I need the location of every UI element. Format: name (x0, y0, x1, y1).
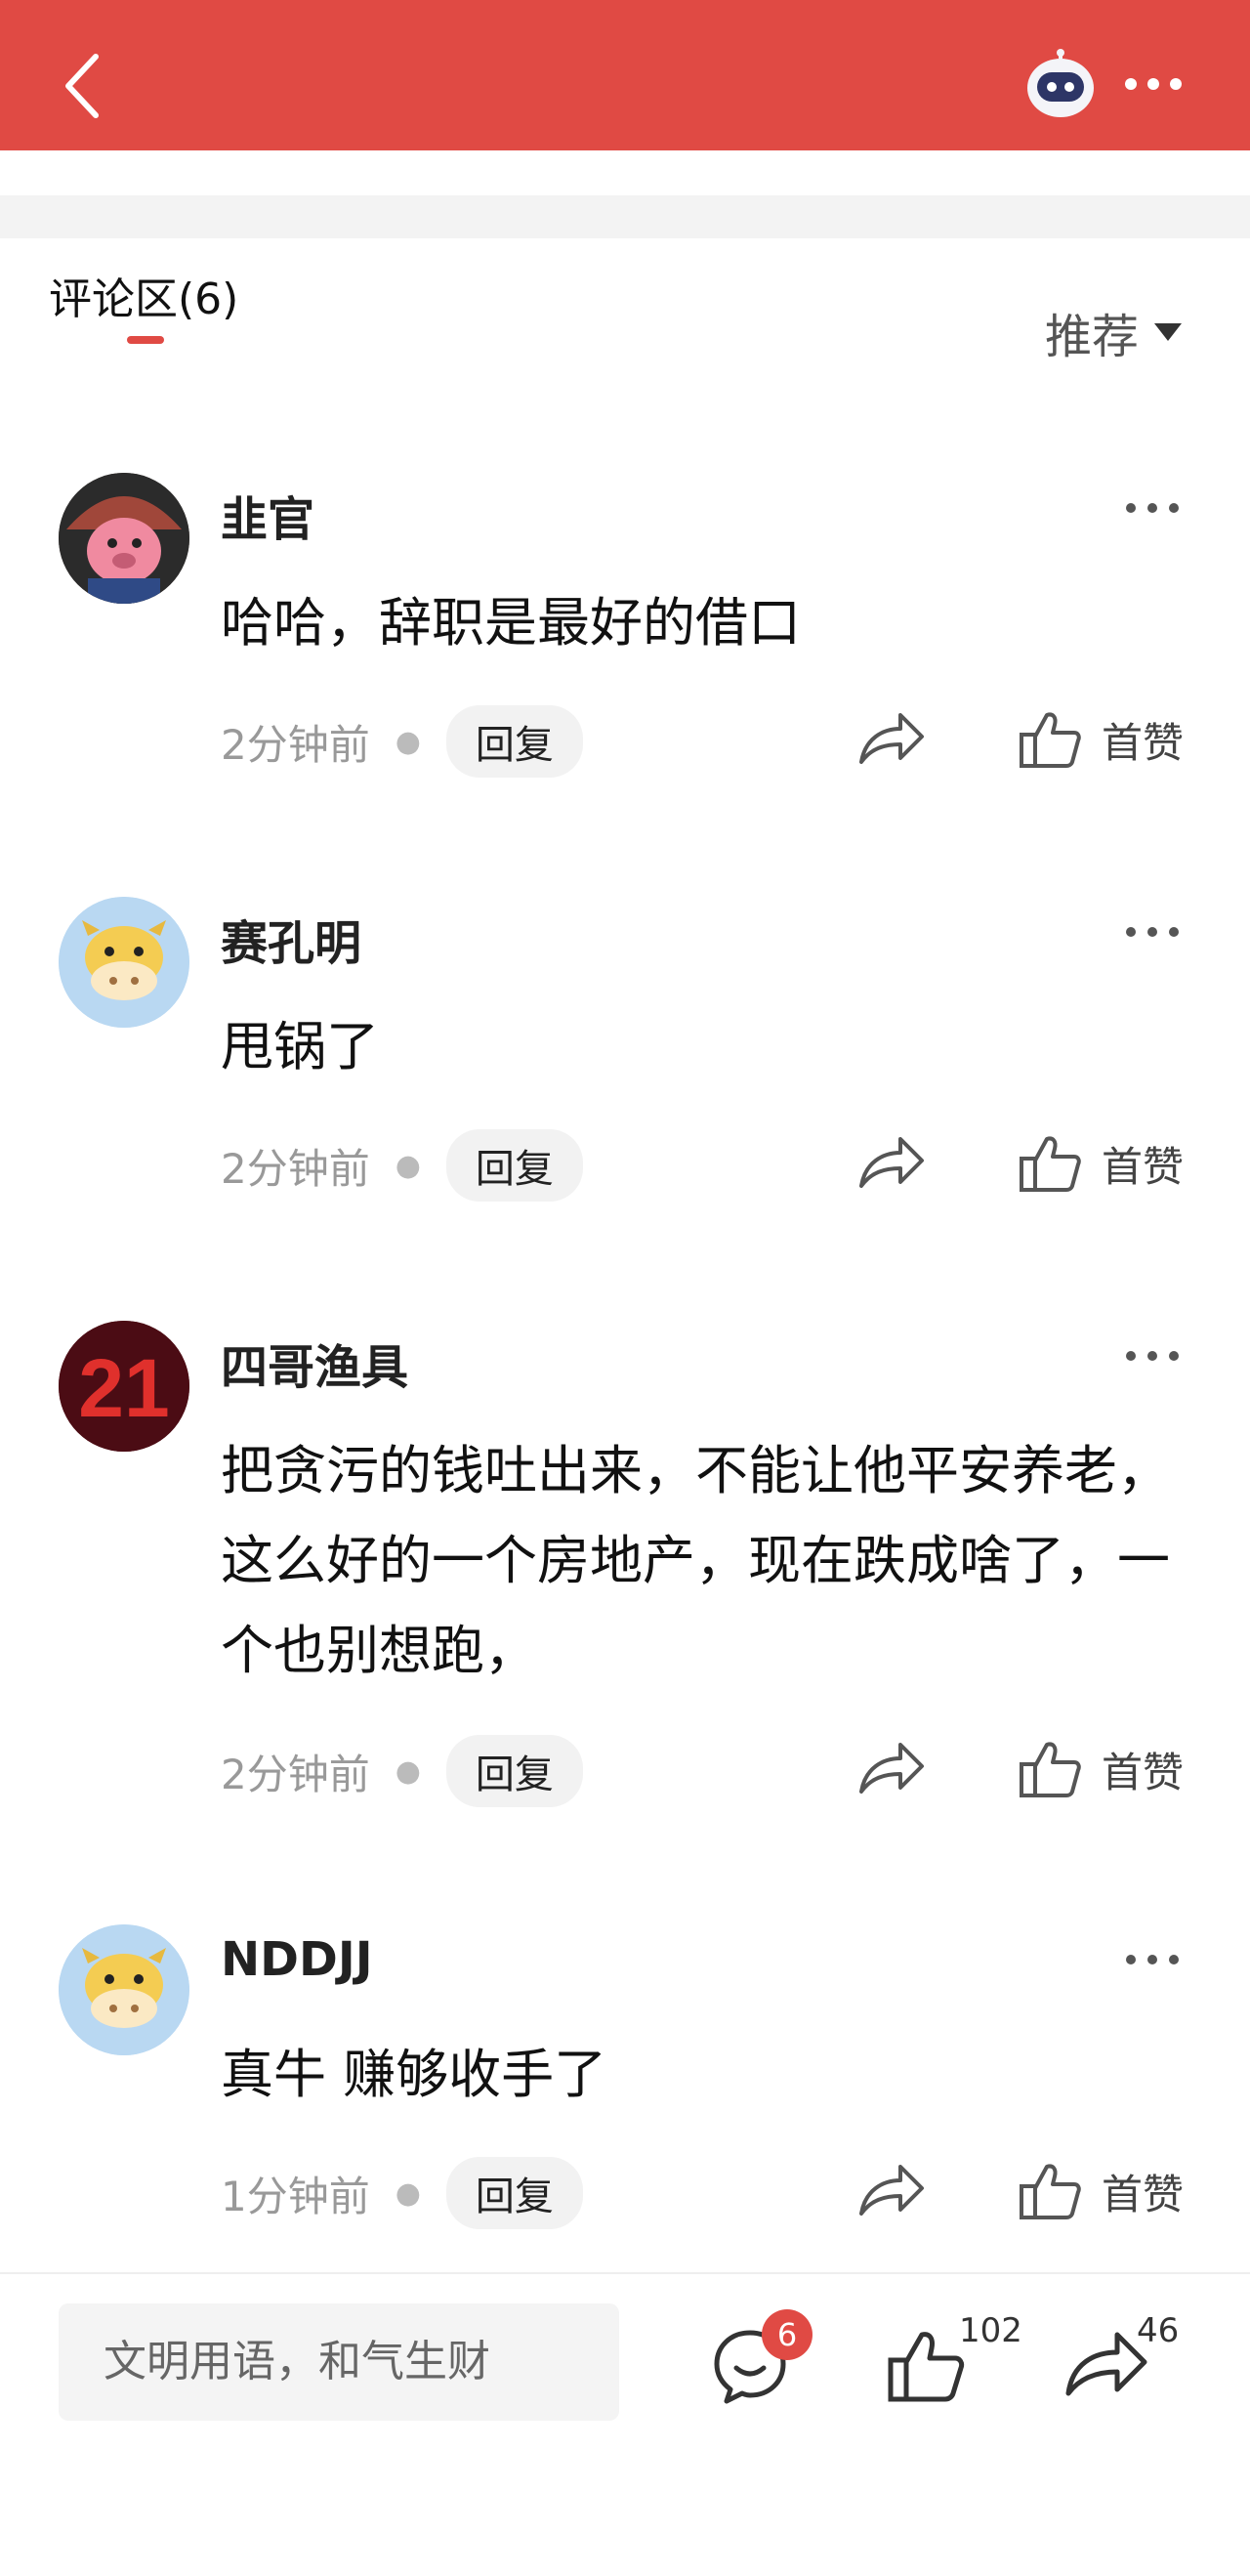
sort-dropdown[interactable]: 推荐 (1045, 298, 1183, 366)
comment-input[interactable]: 文明用语，和气生财 (59, 2303, 619, 2421)
more-icon[interactable] (1123, 498, 1182, 518)
thumbs-up-icon (1020, 2164, 1081, 2219)
divider (0, 2272, 1250, 2274)
top-bar (0, 0, 1250, 150)
share-icon[interactable] (855, 2161, 926, 2219)
like-label: 首赞 (1102, 1748, 1185, 1796)
username[interactable]: NDDJJ (221, 1932, 373, 1987)
reply-button[interactable]: 回复 (445, 2157, 583, 2229)
timestamp: 1分钟前 (221, 2172, 370, 2220)
back-icon[interactable] (57, 47, 115, 125)
thumbs-up-icon (1020, 712, 1081, 768)
timestamp: 2分钟前 (221, 720, 370, 769)
comment-text: 哈哈，辞职是最好的借口 (221, 592, 801, 654)
comment-meta: 2分钟前 ● 回复 (221, 1129, 583, 1202)
thumbs-up-icon (1020, 1742, 1081, 1797)
timestamp: 2分钟前 (221, 1750, 370, 1798)
like-button[interactable]: 首赞 (1018, 2161, 1184, 2221)
page-title (469, 59, 781, 113)
username[interactable]: 韭官 (221, 481, 314, 549)
avatar[interactable]: 21 (59, 1321, 189, 1452)
svg-text:21: 21 (78, 1342, 169, 1434)
like-label: 首赞 (1102, 1142, 1185, 1191)
comment-meta: 2分钟前 ● 回复 (221, 1735, 583, 1807)
reply-button[interactable]: 回复 (445, 1735, 583, 1807)
reply-button[interactable]: 回复 (445, 705, 583, 778)
share-icon[interactable] (855, 1133, 926, 1192)
robot-assistant-icon[interactable] (1023, 49, 1098, 123)
avatar[interactable] (59, 1924, 189, 2055)
avatar[interactable] (59, 473, 189, 604)
caret-down-icon (1154, 323, 1183, 341)
comment-meta: 2分钟前 ● 回复 (221, 705, 583, 778)
section-separator (0, 195, 1250, 238)
sort-label: 推荐 (1045, 310, 1140, 364)
comment-count-badge: 6 (762, 2309, 812, 2360)
like-label: 首赞 (1102, 2170, 1185, 2218)
comment-text: 甩锅了 (221, 1016, 379, 1077)
comment-text: 真牛 赚够收手了 (221, 2044, 607, 2105)
avatar[interactable] (59, 897, 189, 1028)
comment-text: 把贪污的钱吐出来，不能让他平安养老，这么好的一个房地产，现在跌成啥了，一个也别想… (221, 1440, 1170, 1681)
timestamp: 2分钟前 (221, 1144, 370, 1193)
reply-button[interactable]: 回复 (445, 1129, 583, 1202)
username[interactable]: 四哥渔具 (221, 1329, 408, 1397)
thumbs-up-icon[interactable] (887, 2329, 965, 2403)
like-count: 102 (959, 2311, 1022, 2350)
more-icon[interactable] (1123, 72, 1184, 96)
share-icon[interactable] (855, 709, 926, 768)
like-button[interactable]: 首赞 (1018, 1739, 1184, 1799)
thumbs-up-icon (1020, 1136, 1081, 1192)
like-label: 首赞 (1102, 718, 1185, 767)
like-button[interactable]: 首赞 (1018, 709, 1184, 770)
more-icon[interactable] (1123, 1950, 1182, 1969)
tab-active-indicator (127, 336, 164, 344)
like-button[interactable]: 首赞 (1018, 1133, 1184, 1194)
share-icon[interactable] (855, 1739, 926, 1797)
username[interactable]: 赛孔明 (221, 905, 361, 973)
tab-comments[interactable]: 评论区(6) (49, 264, 238, 326)
share-count: 46 (1137, 2311, 1180, 2350)
more-icon[interactable] (1123, 1346, 1182, 1366)
comment-meta: 1分钟前 ● 回复 (221, 2157, 583, 2229)
more-icon[interactable] (1123, 922, 1182, 942)
